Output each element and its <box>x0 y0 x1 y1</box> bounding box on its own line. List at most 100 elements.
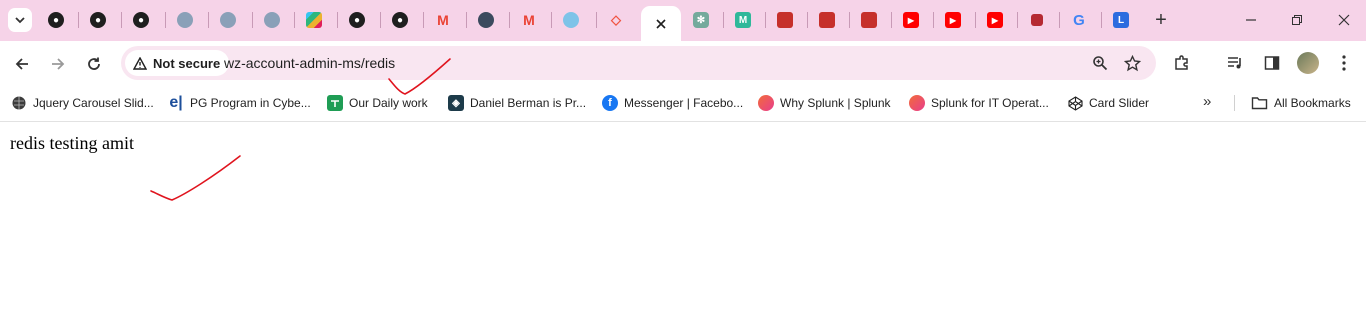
warning-icon <box>133 56 147 70</box>
splunk-icon <box>909 95 925 111</box>
bookmark-item[interactable]: ◈ Daniel Berman is Pr... <box>448 93 586 113</box>
globe-icon <box>11 95 27 111</box>
close-icon[interactable] <box>656 18 666 29</box>
tab-laravel[interactable]: ◇ <box>596 6 636 34</box>
tab-gmail-1[interactable]: M <box>423 6 463 34</box>
bookmark-label: Daniel Berman is Pr... <box>470 96 587 110</box>
puzzle-icon <box>1175 55 1188 70</box>
tab-chatgpt[interactable]: ✻ <box>681 6 721 34</box>
tab-cloud-3[interactable] <box>252 6 292 34</box>
tab-google[interactable]: G <box>1059 6 1099 34</box>
more-vertical-icon <box>1342 55 1346 71</box>
tab-circle-app[interactable] <box>466 6 506 34</box>
restore-icon <box>1292 15 1302 25</box>
tab-divider <box>765 12 766 28</box>
circle-logo-icon <box>478 12 494 28</box>
tab-divider <box>208 12 209 28</box>
app-logo-icon <box>563 12 579 28</box>
tab-divider <box>423 12 424 28</box>
close-window-button[interactable] <box>1329 8 1359 32</box>
tab-cloud-2[interactable] <box>208 6 248 34</box>
tab-app-1[interactable] <box>551 6 591 34</box>
tab-youtube-3[interactable]: ▶ <box>975 6 1015 34</box>
bookmark-item[interactable]: f Messenger | Facebo... <box>602 93 743 113</box>
bookmark-item[interactable]: Why Splunk | Splunk <box>758 93 891 113</box>
page-text: redis testing amit <box>10 133 134 153</box>
tab-divider <box>1101 12 1102 28</box>
redis-icon <box>861 12 877 28</box>
tab-divider <box>723 12 724 28</box>
facebook-icon: f <box>602 95 618 111</box>
tab-youtube-1[interactable]: ▶ <box>891 6 931 34</box>
side-panel-button[interactable] <box>1260 51 1284 75</box>
new-tab-button[interactable]: + <box>1150 8 1172 32</box>
bookmark-item[interactable]: Jquery Carousel Slid... <box>11 93 154 113</box>
tab-slack[interactable] <box>294 6 334 34</box>
tab-redis-3[interactable] <box>849 6 889 34</box>
tab-youtube-2[interactable]: ▶ <box>933 6 973 34</box>
tab-github-5[interactable]: ● <box>380 6 420 34</box>
tab-redis-4[interactable] <box>1017 6 1057 34</box>
tab-redis-2[interactable] <box>807 6 847 34</box>
zoom-button[interactable] <box>1091 54 1109 72</box>
bookmark-item[interactable]: Our Daily work <box>327 93 428 113</box>
tab-divider <box>596 12 597 28</box>
address-bar[interactable]: Not secure wz-account-admin-ms/redis <box>121 46 1156 80</box>
tab-gmail-2[interactable]: M <box>509 6 549 34</box>
reload-icon <box>88 57 100 70</box>
media-controls-button[interactable] <box>1223 51 1247 75</box>
codepen-icon <box>1067 95 1083 111</box>
page-content: redis testing amit <box>0 122 1366 311</box>
tab-current-redis[interactable] <box>641 6 681 41</box>
tab-github-1[interactable]: ● <box>36 6 76 34</box>
browser-toolbar: Not secure wz-account-admin-ms/redis <box>0 41 1366 85</box>
tab-divider <box>551 12 552 28</box>
reload-button[interactable] <box>81 51 107 77</box>
security-chip[interactable]: Not secure <box>125 50 230 76</box>
bookmark-item[interactable]: Splunk for IT Operat... <box>909 93 1049 113</box>
github-icon: ● <box>349 12 365 28</box>
bookmarks-overflow-button[interactable]: » <box>1203 93 1211 110</box>
bookmark-label: Splunk for IT Operat... <box>931 96 1049 110</box>
plus-icon: + <box>1155 8 1167 31</box>
browser-menu-button[interactable] <box>1332 51 1356 75</box>
youtube-icon: ▶ <box>903 12 919 28</box>
app-logo-icon: L <box>1113 12 1129 28</box>
bookmark-item[interactable]: e| PG Program in Cybe... <box>168 93 310 113</box>
forward-button[interactable] <box>45 51 71 77</box>
minimize-icon <box>1246 19 1256 21</box>
gmail-icon: M <box>437 12 449 28</box>
tab-app-3[interactable]: L <box>1101 6 1141 34</box>
tab-divider <box>466 12 467 28</box>
url-text[interactable]: wz-account-admin-ms/redis <box>224 55 395 71</box>
tab-github-3[interactable]: ● <box>121 6 161 34</box>
tab-strip: ● ● ● ● ● M M ◇ ✻ M ▶ ▶ ▶ G L + <box>0 0 1366 41</box>
tab-search-button[interactable] <box>8 8 32 32</box>
tab-redis-1[interactable] <box>765 6 805 34</box>
tab-cloud-1[interactable] <box>165 6 205 34</box>
tab-divider <box>337 12 338 28</box>
restore-button[interactable] <box>1282 8 1312 32</box>
cloud-logo-icon <box>177 12 193 28</box>
github-icon: ● <box>90 12 106 28</box>
extensions-button[interactable] <box>1170 51 1194 75</box>
tab-divider <box>121 12 122 28</box>
bookmarks-bar: Jquery Carousel Slid... e| PG Program in… <box>0 85 1366 122</box>
tab-divider <box>294 12 295 28</box>
splunk-icon <box>758 95 774 111</box>
tab-app-2[interactable]: M <box>723 6 763 34</box>
bookmark-star-button[interactable] <box>1123 54 1141 72</box>
chevron-down-icon <box>15 17 25 24</box>
back-button[interactable] <box>9 51 35 77</box>
profile-avatar[interactable] <box>1297 52 1319 74</box>
slack-icon <box>306 12 322 28</box>
tab-github-2[interactable]: ● <box>78 6 118 34</box>
tab-divider <box>933 12 934 28</box>
tab-divider <box>807 12 808 28</box>
bookmark-item[interactable]: Card Slider <box>1067 93 1149 113</box>
all-bookmarks-button[interactable]: All Bookmarks <box>1251 93 1351 113</box>
tab-github-4[interactable]: ● <box>337 6 377 34</box>
logo-icon: ◈ <box>448 95 464 111</box>
minimize-button[interactable] <box>1236 8 1266 32</box>
tab-divider <box>891 12 892 28</box>
